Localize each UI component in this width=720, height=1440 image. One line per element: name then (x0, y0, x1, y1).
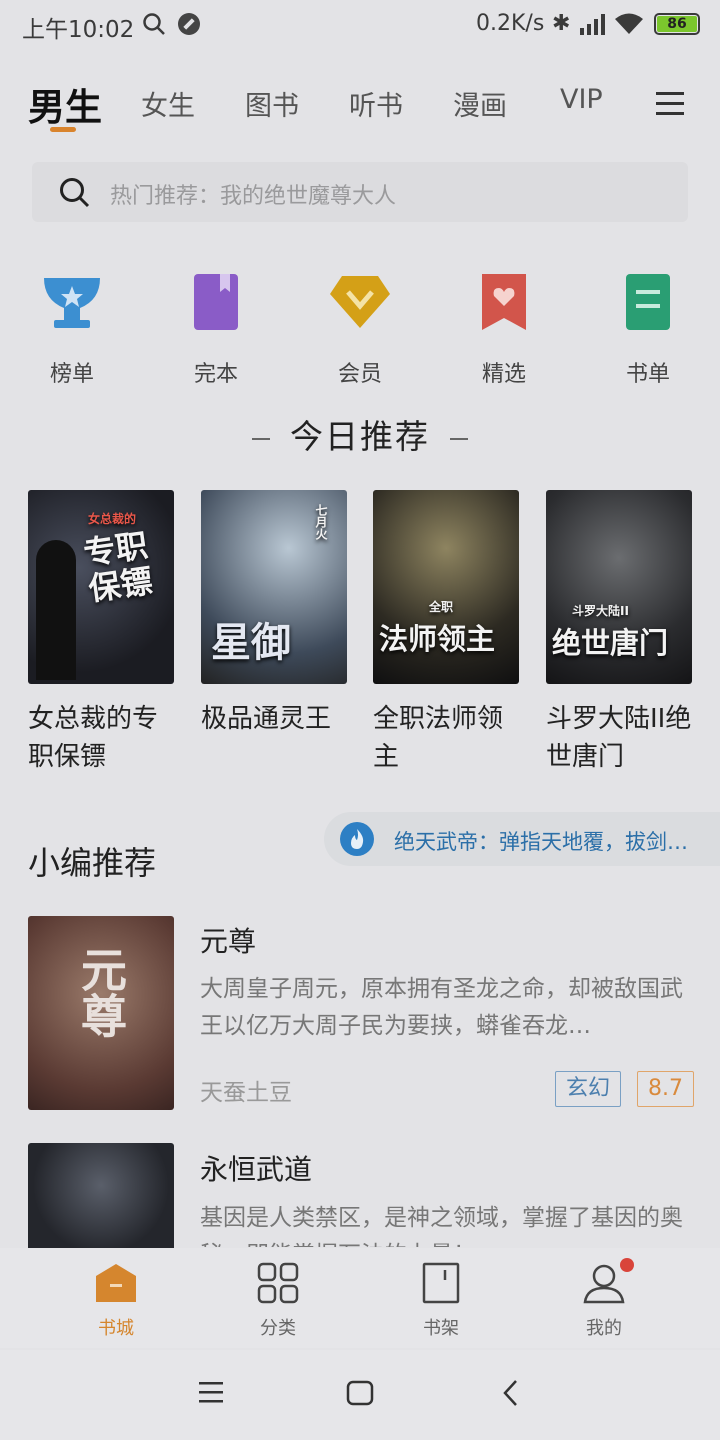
trophy-icon (44, 278, 100, 328)
nav-label: 我的 (586, 1318, 622, 1339)
nav-profile[interactable]: 我的 (554, 1262, 654, 1340)
book-name[interactable]: 全职法师领主 (373, 700, 523, 776)
hot-banner-text: 绝天武帝：弹指天地覆，拔剑… (394, 830, 688, 854)
cover-figure (36, 540, 76, 680)
search-placeholder: 热门推荐：我的绝世魔尊大人 (110, 184, 397, 209)
search-icon (60, 178, 90, 208)
status-bar: 上午10:02 0.2K/s ✱ 86 (0, 0, 720, 52)
book-author: 天蚕土豆 (200, 1080, 292, 1106)
editor-recommend-title: 小编推荐 (28, 844, 157, 882)
today-recommend-title: 今日推荐 (290, 417, 430, 456)
book-name[interactable]: 女总裁的专职保镖 (28, 700, 178, 776)
home-icon[interactable] (346, 1380, 374, 1406)
book-cover[interactable]: 斗罗大陆II 绝世唐门 (546, 490, 692, 684)
book-cover[interactable]: 全职 法师领主 (373, 490, 519, 684)
book-cover[interactable]: 女总裁的 专职保镖 (28, 490, 174, 684)
signal-icon (580, 14, 605, 35)
do-not-disturb-icon (178, 13, 200, 35)
nav-label: 书城 (98, 1318, 134, 1339)
diamond-icon (330, 276, 390, 328)
status-time: 上午10:02 (22, 17, 135, 43)
fire-icon (340, 822, 374, 856)
nav-label: 分类 (260, 1318, 296, 1339)
cover-subtitle: 七月火 (314, 504, 328, 540)
book-title[interactable]: 元尊 (200, 920, 256, 960)
top-tabs: 男生 女生 图书 听书 漫画 VIP (0, 72, 720, 142)
tab-male[interactable]: 男生 (28, 77, 102, 131)
score-tag: 8.7 (637, 1071, 694, 1107)
battery-level: 86 (657, 16, 697, 32)
quick-entry-featured[interactable]: 精选 (454, 272, 554, 388)
tab-comics[interactable]: 漫画 (453, 84, 507, 123)
notification-dot (620, 1258, 634, 1272)
quick-entry-label: 榜单 (49, 362, 94, 387)
book-cover[interactable] (28, 1143, 174, 1249)
nav-bookstore[interactable]: 书城 (66, 1262, 166, 1340)
tab-books[interactable]: 图书 (245, 84, 299, 123)
tab-vip[interactable]: VIP (560, 84, 603, 115)
cover-title: 绝世唐门 (552, 626, 669, 660)
system-nav-bar (0, 1350, 720, 1440)
nav-bookshelf[interactable]: 书架 (391, 1262, 491, 1340)
bookshelf-icon (422, 1262, 460, 1304)
cover-subtitle: 女总裁的 (88, 512, 137, 526)
book-title[interactable]: 永恒武道 (200, 1148, 312, 1188)
list-icon (626, 274, 670, 330)
heart-bookmark-icon (482, 274, 526, 330)
book-cover[interactable]: 元尊 (28, 916, 174, 1110)
today-recommend-header: 今日推荐 (0, 410, 720, 458)
tab-audio[interactable]: 听书 (349, 84, 403, 123)
menu-icon[interactable] (198, 1380, 224, 1404)
cover-subtitle: 斗罗大陆II (572, 604, 629, 618)
cover-title: 元尊 (74, 946, 128, 1038)
book-name[interactable]: 极品通灵王 (201, 700, 351, 738)
cover-title: 星御 (211, 620, 291, 666)
quick-entry-label: 书单 (625, 362, 670, 387)
battery-icon: 86 (654, 13, 700, 35)
network-speed: 0.2K/s (476, 11, 545, 36)
user-icon (583, 1264, 625, 1304)
wifi-icon (615, 13, 643, 34)
genre-tag: 玄幻 (555, 1071, 622, 1107)
active-tab-indicator (50, 127, 76, 132)
tab-female[interactable]: 女生 (141, 84, 195, 123)
book-icon (194, 274, 238, 330)
bluetooth-icon: ✱ (552, 11, 571, 36)
book-cover[interactable]: 七月火 星御 (201, 490, 347, 684)
grid-icon (257, 1262, 299, 1304)
menu-icon[interactable] (656, 92, 684, 116)
quick-entry-label: 完本 (193, 362, 238, 387)
cover-title: 专职保镖 (81, 526, 155, 609)
book-description: 大周皇子周元，原本拥有圣龙之命，却被敌国武王以亿万大周子民为要挟，蟒雀吞龙… (200, 976, 683, 1039)
book-description: 基因是人类禁区，是神之领域，掌握了基因的奥秘，即能掌握万法的力量！…… (200, 1205, 683, 1247)
quick-entry-membership[interactable]: 会员 (310, 272, 410, 388)
cover-title: 法师领主 (379, 622, 496, 656)
nav-category[interactable]: 分类 (228, 1262, 328, 1340)
cover-subtitle: 全职 (429, 600, 454, 614)
quick-entry-label: 精选 (481, 362, 526, 387)
quick-entry-label: 会员 (337, 362, 382, 387)
quick-entry-booklist[interactable]: 书单 (598, 272, 698, 388)
quick-entry-rankings[interactable]: 榜单 (22, 272, 122, 388)
back-icon[interactable] (500, 1378, 522, 1408)
nav-label: 书架 (423, 1318, 459, 1339)
quick-entry-completed[interactable]: 完本 (166, 272, 266, 388)
book-name[interactable]: 斗罗大陆II绝世唐门 (546, 700, 696, 776)
bookstore-icon (96, 1264, 136, 1302)
search-icon (143, 13, 165, 35)
